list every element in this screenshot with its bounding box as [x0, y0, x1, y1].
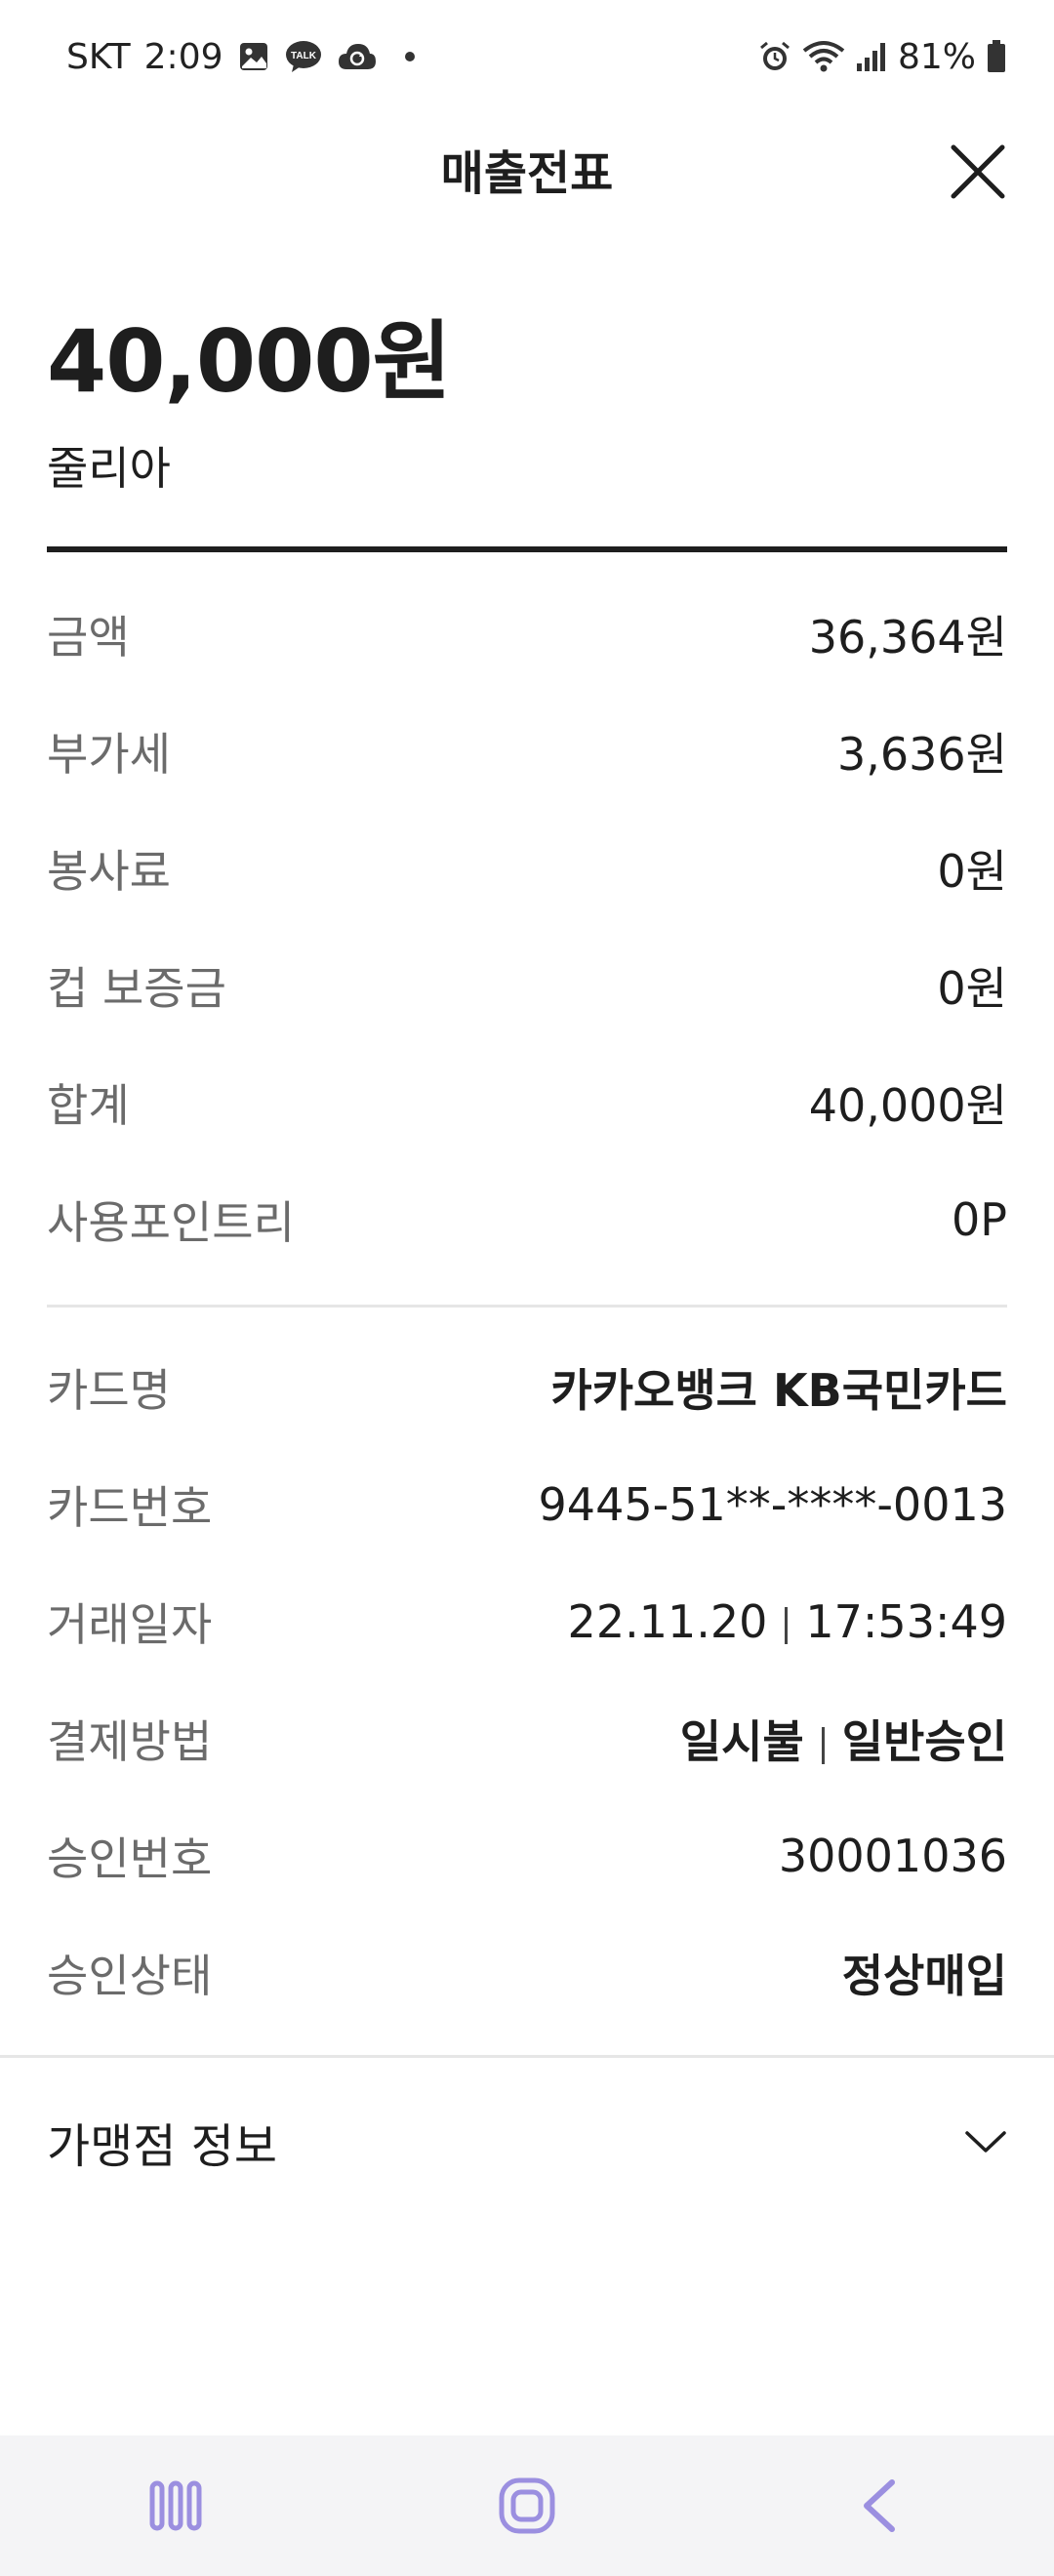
charge-row-vat: 부가세 3,636원 [47, 712, 1007, 790]
close-button[interactable] [943, 137, 1013, 207]
card-name-value: 카카오뱅크 KB국민카드 [550, 1364, 1007, 1417]
payment-method-value: 일시불 일반승인 [680, 1707, 1007, 1771]
status-bar: SKT 2:09 TALK 81% [0, 0, 1054, 113]
approval-status-value: 정상매입 [841, 1950, 1007, 2002]
back-button[interactable] [820, 2457, 937, 2555]
charge-row-total: 합계 40,000원 [47, 1064, 1007, 1142]
row-label: 카드명 [47, 1364, 171, 1417]
home-icon [499, 2477, 555, 2534]
recents-button[interactable] [117, 2457, 234, 2555]
notification-dot [404, 52, 415, 61]
card-name-row: 카드명 카카오뱅크 KB국민카드 [47, 1348, 1007, 1427]
recents-icon [149, 2480, 202, 2531]
talk-badge-text: TALK [291, 51, 317, 61]
system-nav-bar [0, 2435, 1054, 2576]
kakaotalk-icon: TALK [284, 39, 323, 74]
back-icon [864, 2479, 895, 2532]
home-button[interactable] [468, 2457, 586, 2555]
row-label: 승인상태 [47, 1950, 213, 2002]
section-divider [47, 1305, 1007, 1308]
battery-icon [986, 39, 1007, 74]
row-label: 승인번호 [47, 1832, 213, 1885]
section-divider-full [0, 2055, 1054, 2058]
payment-type: 일시불 [679, 1715, 804, 1768]
merchant-info-label: 가맹점 정보 [47, 2119, 278, 2174]
battery-percent: 81% [897, 36, 976, 77]
carrier-label: SKT [66, 36, 131, 77]
charge-row-amount: 금액 36,364원 [47, 595, 1007, 673]
row-label: 거래일자 [47, 1598, 213, 1651]
transaction-date-row: 거래일자 22.11.20 17:53:49 [47, 1583, 1007, 1661]
row-label: 봉사료 [47, 845, 171, 898]
row-value: 40,000원 [808, 1079, 1007, 1132]
row-label: 카드번호 [47, 1481, 213, 1534]
payment-method-row: 결제방법 일시불 일반승인 [47, 1700, 1007, 1778]
charge-row-service-fee: 봉사료 0원 [47, 829, 1007, 907]
charge-row-cup-deposit: 컵 보증금 0원 [47, 946, 1007, 1025]
approval-number-row: 승인번호 30001036 [47, 1817, 1007, 1895]
wifi-icon [802, 39, 845, 74]
summary-divider [47, 546, 1007, 552]
status-right: 81% [757, 37, 1007, 77]
signal-icon [855, 40, 888, 73]
row-label: 부가세 [47, 728, 171, 781]
card-number-row: 카드번호 9445-51**-****-0013 [47, 1466, 1007, 1544]
clock: 2:09 [143, 36, 223, 77]
approval-type: 일반승인 [841, 1715, 1007, 1768]
transaction-datetime: 22.11.20 17:53:49 [568, 1595, 1007, 1648]
row-value: 36,364원 [808, 611, 1007, 664]
row-value: 3,636원 [836, 728, 1007, 781]
merchant-name: 줄리아 [47, 442, 171, 495]
row-label: 합계 [47, 1079, 130, 1132]
row-label: 결제방법 [47, 1715, 213, 1768]
status-left: SKT 2:09 TALK [66, 37, 415, 77]
card-number-value: 9445-51**-****-0013 [538, 1478, 1007, 1531]
row-label: 사용포인트리 [47, 1196, 295, 1249]
total-amount: 40,000원 [47, 311, 452, 412]
approval-number-value: 30001036 [778, 1830, 1007, 1882]
approval-status-row: 승인상태 정상매입 [47, 1934, 1007, 2012]
merchant-info-toggle[interactable]: 가맹점 정보 [47, 2098, 1007, 2186]
chevron-down-icon [965, 2131, 1006, 2153]
row-value: 0원 [937, 962, 1007, 1015]
transaction-date: 22.11.20 [567, 1595, 768, 1648]
cloud-sync-icon [337, 40, 378, 73]
row-value: 0원 [937, 845, 1007, 898]
page-title: 매출전표 [440, 146, 614, 201]
row-value: 0P [951, 1193, 1007, 1246]
close-icon [951, 144, 1005, 199]
separator [821, 1726, 825, 1764]
gallery-icon [237, 40, 270, 73]
alarm-icon [757, 39, 792, 74]
row-label: 컵 보증금 [47, 962, 226, 1015]
separator [785, 1606, 789, 1644]
transaction-time: 17:53:49 [805, 1595, 1007, 1648]
header: 매출전표 [0, 113, 1054, 230]
row-label: 금액 [47, 611, 130, 664]
charge-row-points: 사용포인트리 0P [47, 1181, 1007, 1259]
